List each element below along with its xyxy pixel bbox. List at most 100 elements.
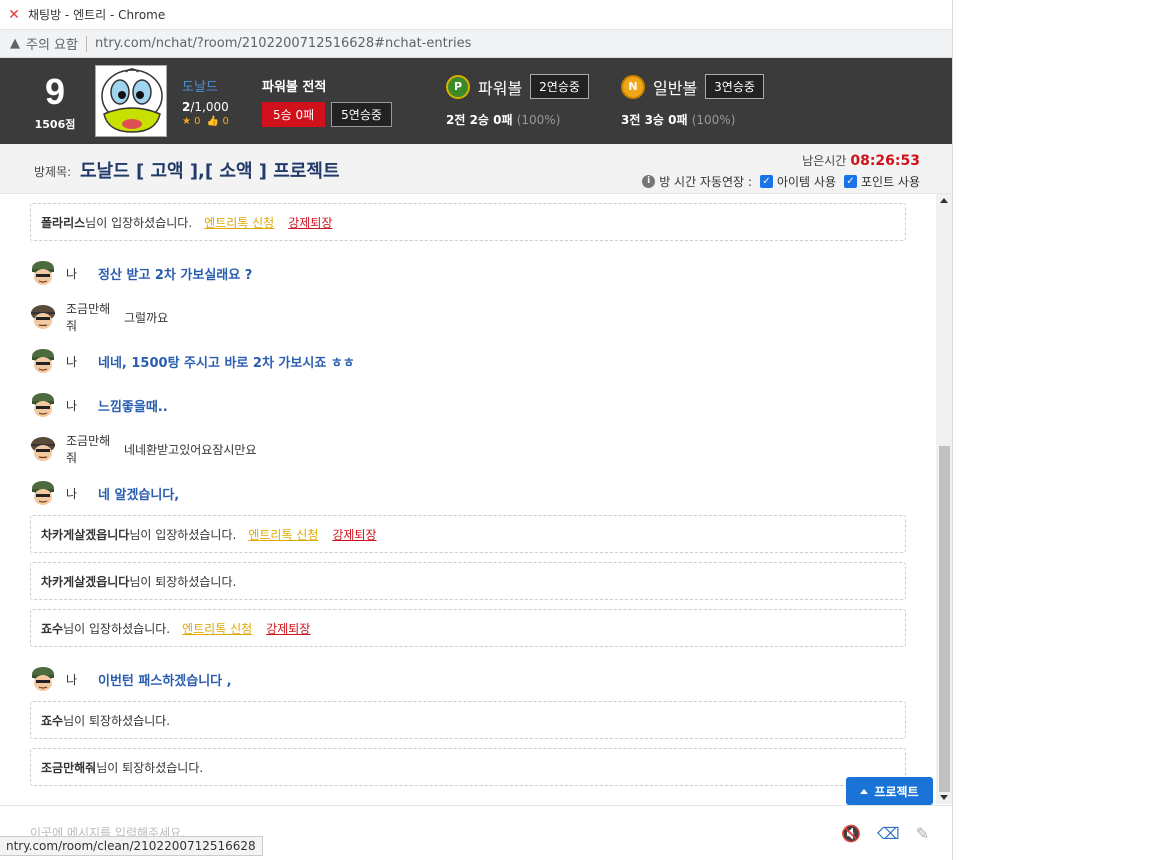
username-link[interactable]: 도날드	[182, 76, 229, 95]
member-count: 2/1,000	[182, 100, 229, 114]
powerball-stats: P 파워볼 2연승중 2전 2승 0패 (100%)	[446, 74, 589, 128]
powerball-streak: 2연승중	[530, 74, 589, 99]
scroll-down-icon[interactable]	[940, 795, 948, 800]
remain-time-value: 08:26:53	[850, 153, 920, 169]
input-tools: 🔇 ⌫ ✎	[841, 824, 929, 843]
auto-extend-label: 방 시간 자동연장 :	[659, 175, 752, 189]
powerball-name: 파워볼	[478, 78, 523, 98]
level-number: 9	[44, 71, 66, 112]
helmet-avatar-icon	[31, 437, 55, 461]
eraser-icon[interactable]: ⌫	[877, 824, 900, 843]
level-points: 1506점	[34, 118, 76, 131]
sender-name[interactable]: 조금만해줘	[66, 300, 118, 334]
scroll-up-icon[interactable]	[940, 198, 948, 203]
system-message: 죠수 님이 입장하셨습니다. 엔트리톡 신청 강제퇴장	[30, 609, 906, 647]
chat-message: 조금만해줘 네네환받고있어요잠시만요	[30, 434, 257, 465]
sender-name[interactable]: 조금만해줘	[66, 432, 118, 466]
level-box: 9 1506점	[28, 72, 82, 132]
empty-area	[953, 0, 1152, 860]
message-text: 네 알겠습니다,	[98, 487, 180, 503]
powerball-result-text: 2전 2승 0패	[446, 113, 513, 127]
system-text: 님이 입장하셨습니다.	[85, 215, 193, 230]
address-bar[interactable]: ▲ 주의 요함 ntry.com/nchat/?room/21022007125…	[0, 30, 952, 58]
room-title: 도날드 [ 고액 ],[ 소액 ] 프로젝트	[80, 161, 340, 182]
room-bar: 방제목: 도날드 [ 고액 ],[ 소액 ] 프로젝트 남은시간 08:26:53…	[0, 144, 952, 194]
project-button-label: 프로젝트	[874, 784, 919, 799]
room-options: i 방 시간 자동연장 : ✓ 아이템 사용 ✓ 포인트 사용	[642, 173, 920, 190]
project-button[interactable]: 프로젝트	[846, 777, 933, 805]
powerball-result: 2전 2승 0패 (100%)	[446, 111, 589, 128]
system-text: 님이 퇴장하셨습니다.	[96, 760, 204, 775]
sender-name: 나	[66, 266, 78, 281]
system-user-name: 죠수	[41, 621, 64, 636]
point-use-label: 포인트 사용	[860, 175, 920, 189]
magic-wand-icon[interactable]: ✎	[916, 824, 929, 843]
message-text: 네네, 1500탕 주시고 바로 2차 가보시죠 ㅎㅎ	[98, 355, 355, 371]
chat-message: 나 정산 받고 2차 가보실래요 ?	[30, 260, 252, 286]
title-bar: ✕ 채팅방 - 엔트리 - Chrome	[0, 0, 952, 30]
kick-link[interactable]: 강제퇴장	[288, 214, 332, 231]
security-label[interactable]: 주의 요함	[26, 34, 78, 53]
normalball-result: 3전 3승 0패 (100%)	[621, 111, 764, 128]
profile-avatar	[95, 65, 167, 137]
apply-entry-talk-link[interactable]: 엔트리톡 신청	[204, 214, 274, 231]
info-icon[interactable]: i	[642, 175, 656, 188]
sender-name: 나	[66, 398, 78, 413]
powerball-icon: P	[446, 74, 470, 99]
count-rest: /1,000	[190, 100, 229, 114]
chat-message: 조금만해줘 그럴까요	[30, 302, 169, 333]
system-text: 님이 입장하셨습니다.	[63, 621, 171, 636]
kick-link[interactable]: 강제퇴장	[266, 620, 310, 637]
window-title: 채팅방 - 엔트리 - Chrome	[28, 8, 166, 22]
duck-avatar-icon	[96, 66, 166, 136]
mute-icon[interactable]: 🔇	[841, 824, 861, 843]
url-text[interactable]: ntry.com/nchat/?room/2102200712516628#nc…	[95, 36, 471, 51]
record-streak-badge: 5연승중	[331, 102, 392, 127]
status-url: ntry.com/room/clean/2102200712516628	[0, 836, 263, 856]
system-text: 님이 퇴장하셨습니다.	[129, 574, 237, 589]
remaining-time: 남은시간 08:26:53	[802, 152, 920, 169]
scroll-thumb[interactable]	[939, 446, 950, 792]
arrow-up-icon	[860, 788, 869, 794]
point-use-checkbox[interactable]: ✓	[843, 175, 857, 188]
message-text: 정산 받고 2차 가보실래요 ?	[98, 267, 253, 283]
normalball-stats: N 일반볼 3연승중 3전 3승 0패 (100%)	[621, 74, 764, 128]
apply-entry-talk-link[interactable]: 엔트리톡 신청	[248, 526, 318, 543]
message-text: 그럴까요	[124, 310, 169, 325]
message-text: 네네환받고있어요잠시만요	[124, 442, 257, 457]
chat-message: 나 느낌좋을때..	[30, 392, 168, 418]
normalball-result-text: 3전 3승 0패	[621, 113, 688, 127]
message-text: 느낌좋을때..	[98, 399, 168, 415]
room-title-label: 방제목:	[34, 165, 72, 179]
warning-icon[interactable]: ▲	[10, 36, 20, 51]
browser-window: ✕ 채팅방 - 엔트리 - Chrome ▲ 주의 요함 ntry.com/nc…	[0, 0, 953, 860]
record-wins-badge: 5승 0패	[262, 102, 326, 127]
system-text: 님이 퇴장하셨습니다.	[63, 713, 171, 728]
site-favicon-icon: ✕	[8, 6, 20, 23]
normalball-pct: (100%)	[691, 113, 736, 127]
system-user-name: 조금만해줘	[41, 760, 97, 775]
system-text: 님이 입장하셨습니다.	[129, 527, 237, 542]
system-user-name: 죠수	[41, 713, 64, 728]
sender-name: 나	[66, 672, 78, 687]
chat-list[interactable]: 폴라리스 님이 입장하셨습니다. 엔트리톡 신청 강제퇴장 나 정산 받고 2차 …	[0, 194, 936, 804]
apply-entry-talk-link[interactable]: 엔트리톡 신청	[182, 620, 252, 637]
kick-link[interactable]: 강제퇴장	[332, 526, 376, 543]
chat-scrollbar[interactable]	[936, 194, 952, 804]
soldier-avatar-icon	[32, 667, 54, 691]
user-rating: ★ 0 👍 0	[182, 116, 229, 127]
soldier-avatar-icon	[32, 481, 54, 505]
message-text: 이번턴 패스하겠습니다 ,	[98, 673, 232, 689]
normalball-name: 일반볼	[653, 78, 698, 98]
divider	[85, 35, 87, 52]
star-count: 0	[194, 116, 201, 127]
sender-name: 나	[66, 486, 78, 501]
remain-label: 남은시간	[802, 154, 847, 168]
normalball-icon: N	[621, 74, 645, 99]
helmet-avatar-icon	[31, 305, 55, 329]
star-icon: ★	[182, 116, 191, 127]
system-message: 죠수 님이 퇴장하셨습니다.	[30, 701, 906, 739]
item-use-checkbox[interactable]: ✓	[759, 175, 773, 188]
item-use-label: 아이템 사용	[776, 175, 836, 189]
thumbs-up-icon: 👍	[206, 116, 220, 127]
